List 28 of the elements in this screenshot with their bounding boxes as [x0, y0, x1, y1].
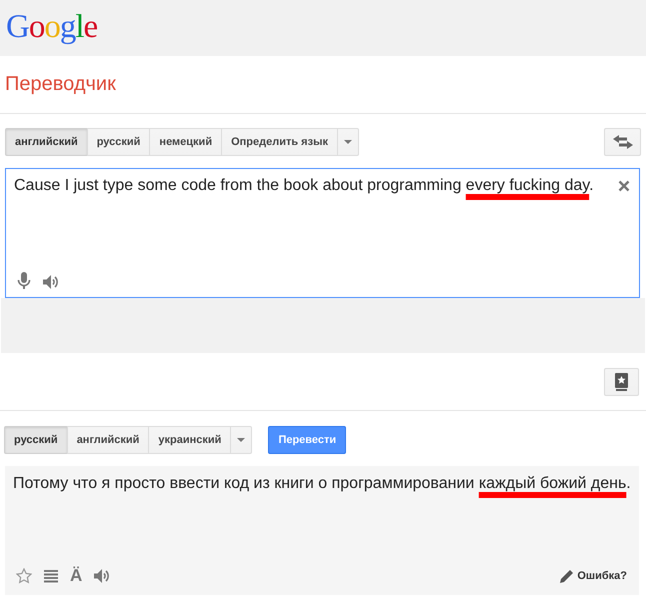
language-dropdown-button[interactable] — [336, 128, 359, 156]
page-title: Переводчик — [4, 72, 117, 97]
speaker-icon[interactable] — [43, 275, 59, 289]
swap-arrows-icon — [612, 135, 632, 149]
language-dropdown-button[interactable] — [230, 426, 252, 454]
language-tab[interactable]: немецкий — [149, 128, 222, 156]
report-error-link[interactable]: Ошибка? — [560, 569, 627, 583]
lines-icon[interactable] — [44, 570, 58, 582]
language-tab[interactable]: английский — [5, 128, 88, 156]
caret-icon — [237, 438, 246, 442]
language-tab[interactable]: Определить язык — [221, 128, 338, 156]
language-tab[interactable]: украинский — [148, 426, 232, 454]
phrasebook-button[interactable] — [604, 368, 639, 396]
close-icon[interactable] — [618, 180, 630, 192]
swap-languages-button[interactable] — [604, 128, 641, 156]
speaker-icon[interactable] — [94, 569, 110, 583]
google-logo[interactable]: Google — [6, 9, 98, 45]
source-text: Cause I just type some code from the book about programming every fucking day. — [14, 176, 595, 196]
pencil-icon — [560, 569, 574, 583]
caret-icon — [344, 140, 352, 144]
language-tab[interactable]: русский — [86, 128, 150, 156]
language-tab[interactable]: английский — [66, 426, 150, 454]
language-tab[interactable]: русский — [4, 426, 68, 454]
star-icon[interactable] — [16, 568, 32, 584]
microphone-icon[interactable] — [17, 272, 31, 289]
translation-text: Потому что я просто ввести код из книги о программировании каждый божий день. — [13, 474, 631, 494]
transliteration-button[interactable]: Ä — [70, 567, 82, 585]
source-text-field[interactable]: Cause I just type some code from the book about programming every fucking day. — [5, 168, 640, 298]
